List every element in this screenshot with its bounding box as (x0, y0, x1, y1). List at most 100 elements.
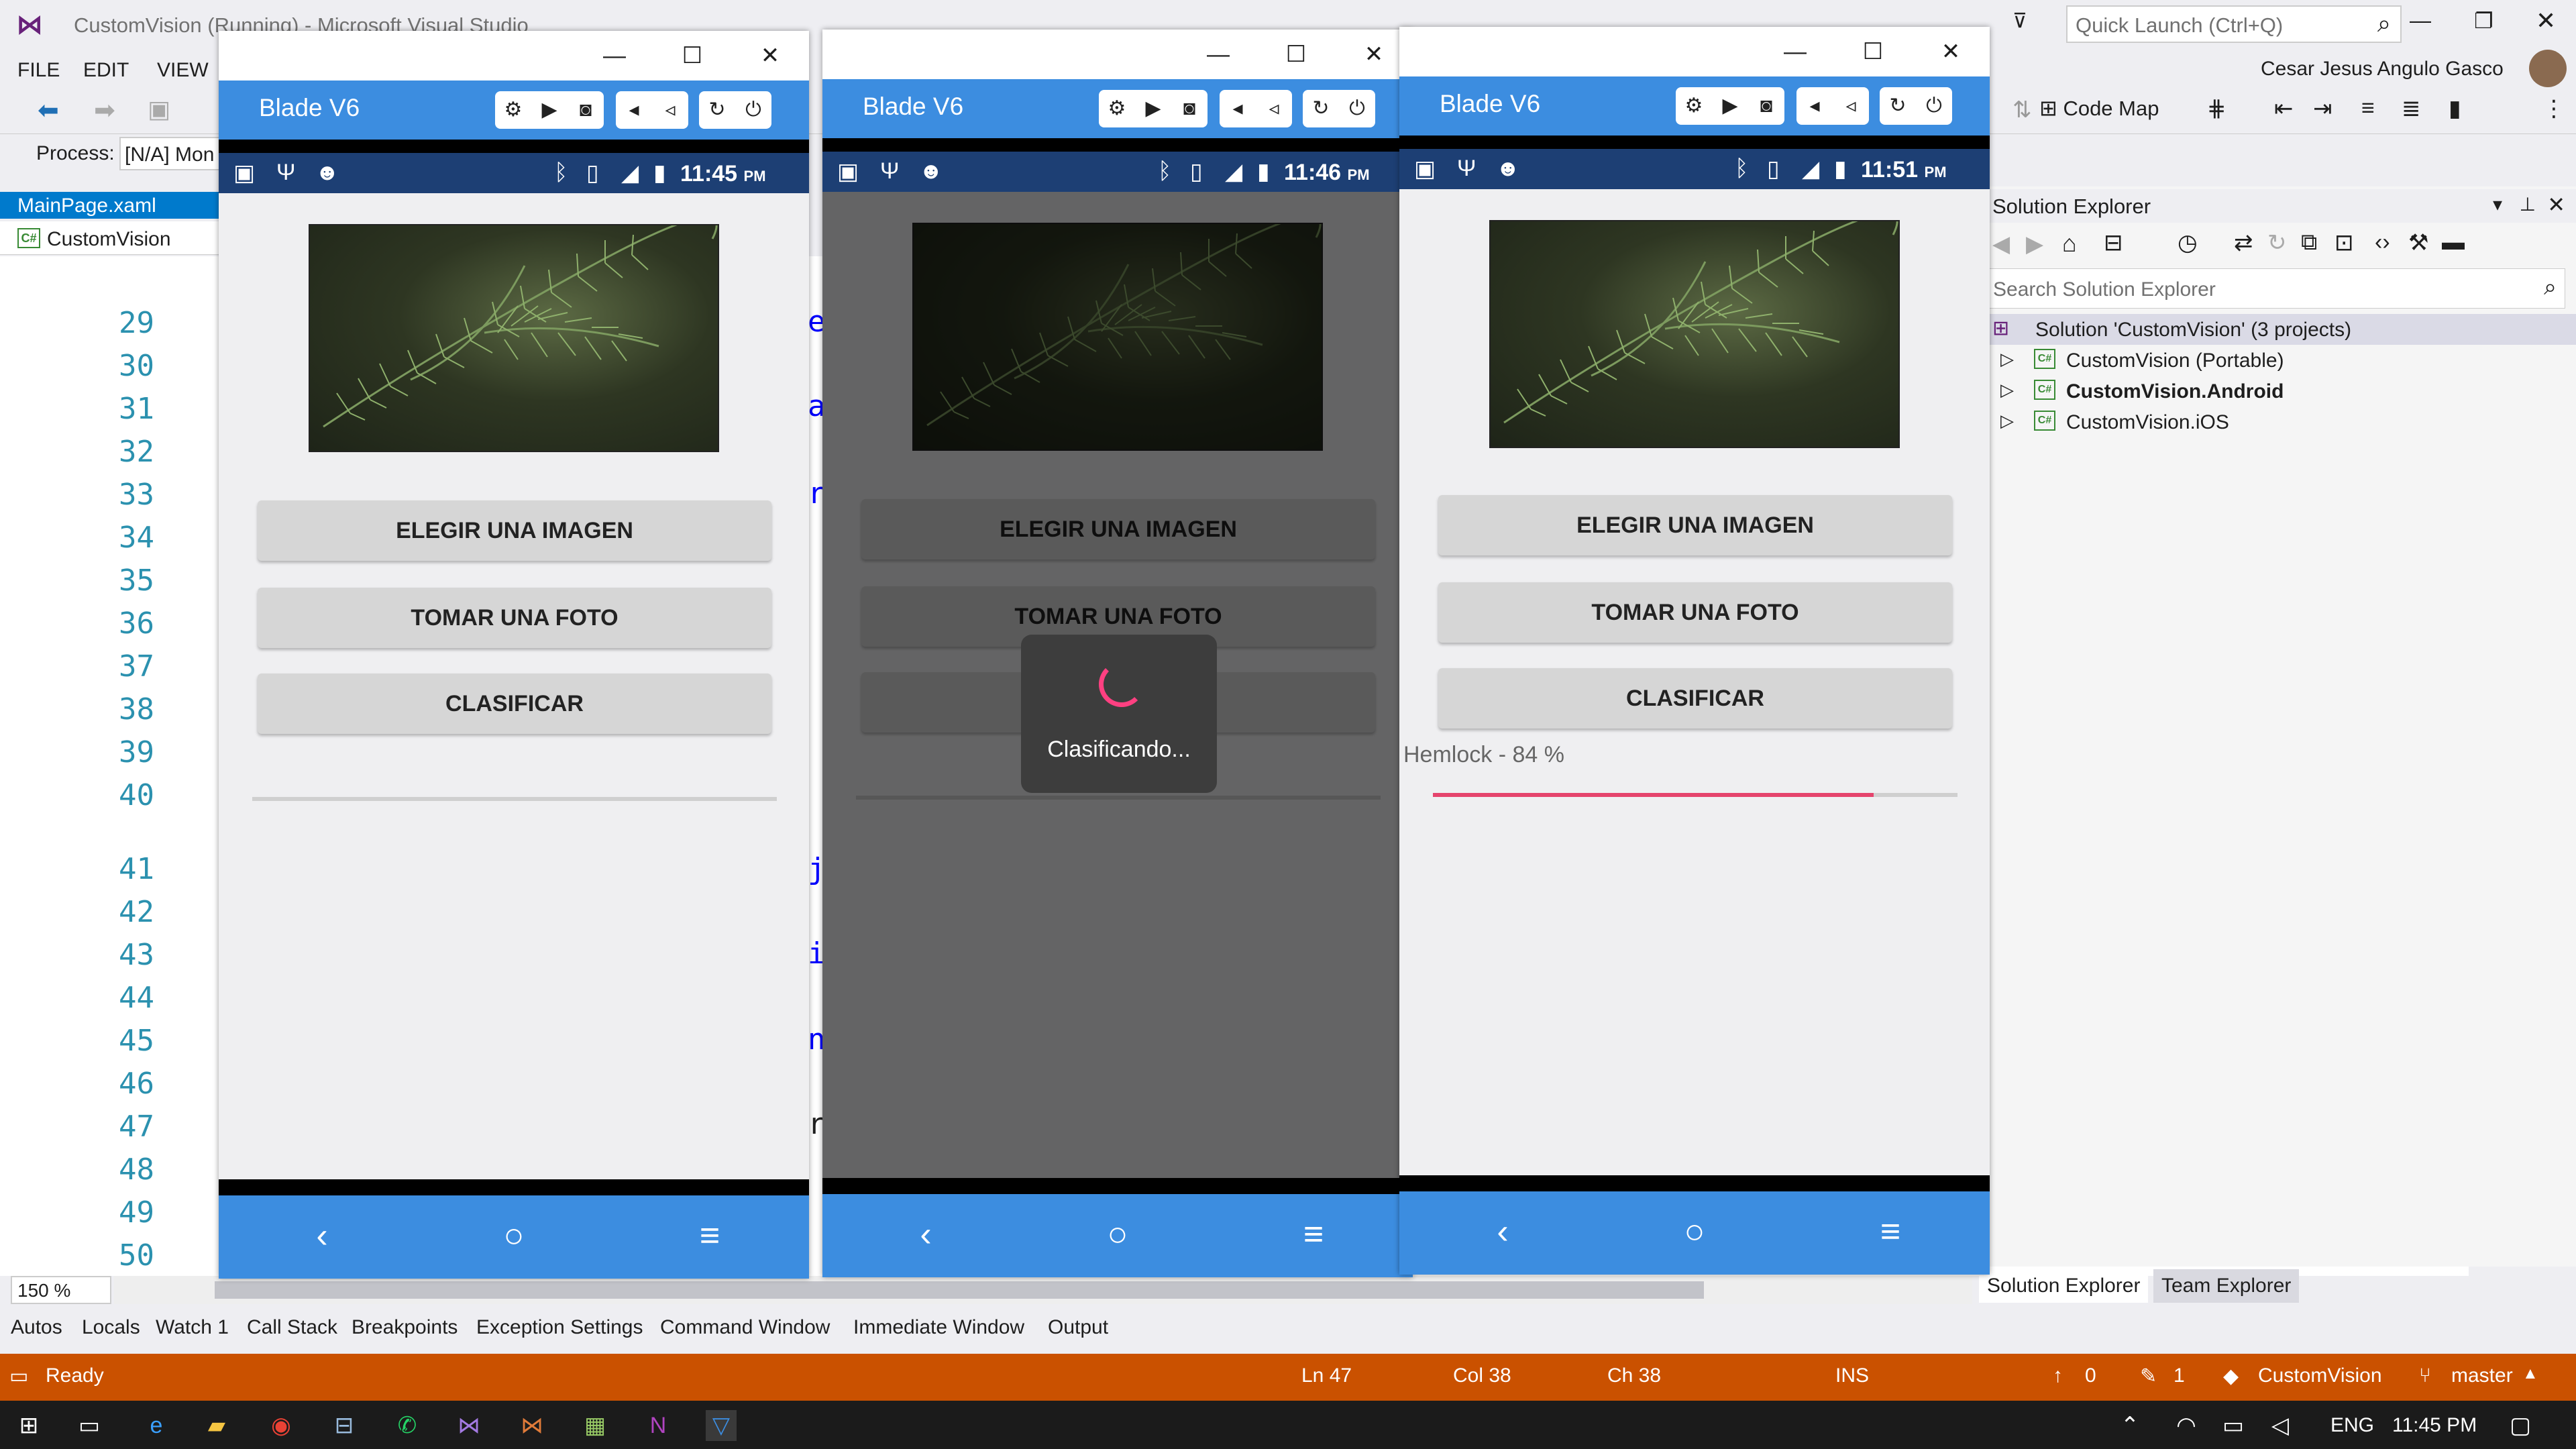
project-node[interactable]: ▷ C# CustomVision (Portable) (1986, 345, 2576, 376)
menu-file[interactable]: FILE (17, 59, 60, 82)
edge-icon[interactable]: e (141, 1410, 172, 1441)
rotate-icon[interactable]: ↻ (1880, 87, 1916, 125)
pencil-icon[interactable]: ✎ (2140, 1364, 2157, 1388)
align-icon[interactable]: ≡ (2361, 95, 2375, 121)
vs-code-icon[interactable]: ⋈ (517, 1410, 547, 1441)
back-icon[interactable]: ◀ (1992, 231, 2010, 258)
tab-solution-explorer[interactable]: Solution Explorer (1979, 1269, 2149, 1303)
repo-name[interactable]: CustomVision (2258, 1364, 2382, 1387)
volume-down-icon[interactable]: ◂ (1220, 90, 1256, 127)
recent-apps-icon[interactable]: ≡ (1287, 1214, 1340, 1254)
menu-edit[interactable]: EDIT (83, 59, 129, 82)
tab-autos[interactable]: Autos (11, 1316, 62, 1339)
maximize-icon[interactable]: ☐ (672, 39, 712, 72)
back-icon[interactable]: ‹ (295, 1216, 349, 1256)
video-camera-icon[interactable]: ▶ (531, 91, 568, 129)
solution-node[interactable]: ⊞ Solution 'CustomVision' (3 projects) (1986, 314, 2576, 345)
volume-down-icon[interactable]: ◂ (1796, 87, 1833, 125)
project-node[interactable]: ▷ C# CustomVision.Android (1986, 376, 2576, 407)
volume-up-icon[interactable]: ◃ (1833, 87, 1869, 125)
volume-up-icon[interactable]: ◃ (1256, 90, 1292, 127)
take-photo-button[interactable]: TOMAR UNA FOTO (1438, 582, 1952, 643)
refresh-icon[interactable]: ↻ (2267, 229, 2287, 256)
power-icon[interactable]: ⏻ (1916, 87, 1952, 125)
pin-icon[interactable]: ⊥ (2520, 193, 2536, 215)
whatsapp-icon[interactable]: ✆ (392, 1410, 423, 1441)
task-view-icon[interactable]: ▭ (74, 1410, 105, 1441)
settings-icon[interactable]: ⚙ (495, 91, 531, 129)
action-center-icon[interactable]: ▢ (2505, 1410, 2536, 1441)
settings-icon[interactable]: ⚙ (1099, 90, 1135, 127)
menu-view[interactable]: VIEW (157, 59, 209, 82)
wifi-icon[interactable]: ◠ (2171, 1410, 2202, 1441)
back-icon[interactable]: ‹ (899, 1214, 953, 1254)
expand-arrow-icon[interactable]: ▷ (2000, 380, 2014, 400)
minimize-icon[interactable]: — (1775, 35, 1815, 68)
collapse-all-icon[interactable]: ⧉ (2301, 229, 2317, 256)
tab-call-stack[interactable]: Call Stack (247, 1316, 337, 1339)
minimize-icon[interactable]: — (594, 39, 635, 72)
maximize-icon[interactable]: ☐ (1853, 35, 1893, 68)
close-icon[interactable]: ✕ (1354, 38, 1394, 71)
preview-icon[interactable]: ▬ (2442, 229, 2465, 256)
pending-changes-icon[interactable]: ◷ (2178, 229, 2198, 256)
visual-studio-icon[interactable]: ⋈ (453, 1410, 484, 1441)
tab-watch-1[interactable]: Watch 1 (156, 1316, 229, 1339)
app-icon[interactable]: ▦ (580, 1410, 610, 1441)
indent-icon[interactable]: ⇤ (2274, 95, 2294, 122)
camera-icon[interactable]: ◙ (1748, 87, 1784, 125)
maximize-icon[interactable]: ☐ (1276, 38, 1316, 71)
calculator-icon[interactable]: ⊟ (329, 1410, 360, 1441)
sync-icon[interactable]: ⇄ (2234, 229, 2253, 256)
navigate-forward-icon[interactable]: ➡ (94, 95, 115, 125)
classify-button[interactable]: CLASIFICAR (258, 674, 771, 734)
volume-up-icon[interactable]: ◃ (652, 91, 688, 129)
close-icon[interactable]: ✕ (750, 39, 790, 72)
input-language[interactable]: ENG (2330, 1414, 2374, 1437)
file-explorer-icon[interactable]: ▰ (201, 1410, 232, 1441)
show-hidden-icons-icon[interactable]: ⌃ (2114, 1410, 2145, 1441)
changes-count[interactable]: 1 (2174, 1364, 2185, 1387)
video-camera-icon[interactable]: ▶ (1712, 87, 1748, 125)
notification-filter-icon[interactable]: ⊽ (2012, 9, 2027, 33)
home-icon[interactable]: ○ (1091, 1214, 1144, 1254)
close-window-icon[interactable]: ✕ (2536, 7, 2556, 35)
volume-icon[interactable]: ◁ (2265, 1410, 2296, 1441)
new-project-icon[interactable]: ▣ (148, 95, 170, 123)
search-icon[interactable]: ⌕ (2377, 9, 2391, 38)
camera-icon[interactable]: ◙ (568, 91, 604, 129)
switch-views-icon[interactable]: ⊟ (2104, 229, 2123, 256)
navigate-up-icon[interactable]: ⇅ (2012, 97, 2032, 123)
expand-arrow-icon[interactable]: ▷ (2000, 411, 2014, 431)
code-map-button[interactable]: ⊞ Code Map (2039, 95, 2159, 121)
chrome-icon[interactable]: ◉ (266, 1410, 297, 1441)
minimize-icon[interactable]: — (1198, 38, 1238, 71)
restore-window-icon[interactable]: ❐ (2474, 8, 2493, 34)
branch-icon[interactable]: ⑂ (2419, 1364, 2431, 1387)
back-icon[interactable]: ‹ (1476, 1212, 1529, 1252)
document-tab-mainpage[interactable]: MainPage.xaml (0, 192, 221, 219)
recent-apps-icon[interactable]: ≡ (1864, 1212, 1917, 1252)
navigate-back-icon[interactable]: ⬅ (38, 95, 59, 125)
video-camera-icon[interactable]: ▶ (1135, 90, 1171, 127)
battery-icon[interactable]: ▭ (2218, 1410, 2249, 1441)
repo-icon[interactable]: ◆ (2223, 1364, 2239, 1388)
push-arrow-icon[interactable]: ↑ (2053, 1364, 2063, 1387)
tab-team-explorer[interactable]: Team Explorer (2153, 1269, 2300, 1303)
home-icon[interactable]: ○ (1668, 1212, 1721, 1252)
branch-menu-icon[interactable]: ▲ (2522, 1364, 2538, 1383)
solution-explorer-search[interactable]: Search Solution Explorer ⌕ (1987, 268, 2565, 309)
windows-start-icon[interactable]: ⊞ (13, 1410, 44, 1441)
zoom-dropdown[interactable]: 150 % (11, 1276, 111, 1304)
classify-button[interactable]: CLASIFICAR (1438, 668, 1952, 729)
view-code-icon[interactable]: ‹› (2375, 229, 2390, 256)
rotate-icon[interactable]: ↻ (699, 91, 735, 129)
home-icon[interactable]: ⌂ (2062, 229, 2077, 258)
choose-image-button[interactable]: ELEGIR UNA IMAGEN (258, 500, 771, 561)
volume-down-icon[interactable]: ◂ (616, 91, 652, 129)
tab-breakpoints[interactable]: Breakpoints (352, 1316, 458, 1339)
take-photo-button[interactable]: TOMAR UNA FOTO (258, 588, 771, 648)
panel-dropdown-icon[interactable]: ▾ (2493, 193, 2502, 215)
outdent-icon[interactable]: ⇥ (2313, 95, 2332, 122)
branch-name[interactable]: master (2451, 1364, 2513, 1387)
